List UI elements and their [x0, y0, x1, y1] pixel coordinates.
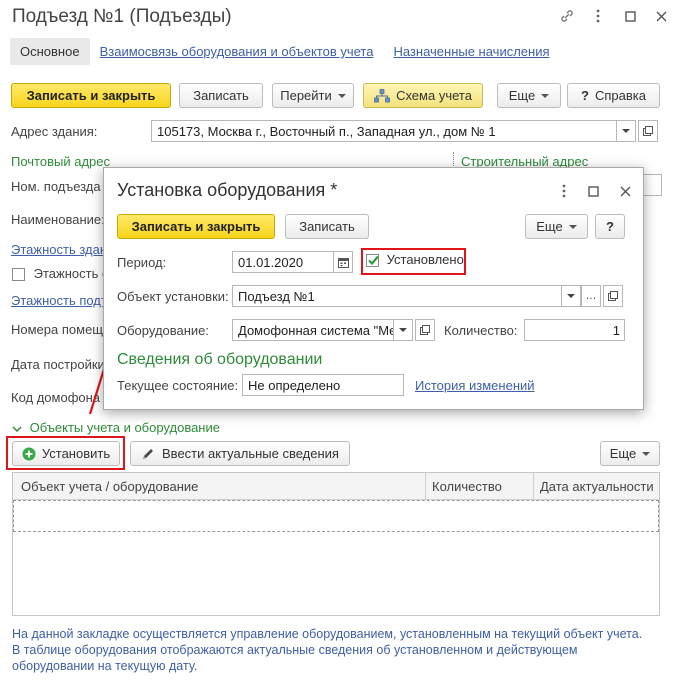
- install-equipment-dialog: Установка оборудования * Записать и закр…: [103, 167, 644, 410]
- object-label: Объект установки:: [117, 289, 229, 304]
- objects-more-button[interactable]: Еще: [600, 441, 660, 466]
- history-link[interactable]: История изменений: [415, 378, 535, 393]
- dialog-save-close-button[interactable]: Записать и закрыть: [117, 214, 275, 239]
- period-field[interactable]: 01.01.2020: [232, 251, 335, 273]
- open-icon: [643, 126, 653, 136]
- more-icon[interactable]: [554, 181, 574, 201]
- close-icon[interactable]: [651, 6, 671, 26]
- equipment-dropdown-button[interactable]: [393, 319, 413, 341]
- chevron-down-icon: [337, 93, 346, 98]
- dialog-help-button[interactable]: ?: [595, 214, 625, 239]
- postal-address-label: Почтовый адрес: [11, 154, 110, 169]
- dialog-more-label: Еще: [536, 219, 563, 234]
- floors-checkbox-row[interactable]: Этажность с: [12, 266, 109, 282]
- equipment-label: Оборудование:: [117, 323, 210, 338]
- open-icon: [608, 291, 618, 301]
- link-icon[interactable]: [557, 6, 577, 26]
- objects-section-title: Объекты учета и оборудование: [29, 420, 220, 435]
- dialog-more-button[interactable]: Еще: [525, 214, 588, 239]
- column-divider: [533, 473, 534, 500]
- enter-info-button[interactable]: Ввести актуальные сведения: [130, 441, 350, 466]
- chevron-down-icon: [399, 328, 407, 332]
- entrance-number-label: Ном. подъезда: [11, 179, 101, 194]
- tab-charges[interactable]: Назначенные начисления: [383, 38, 559, 65]
- save-button[interactable]: Записать: [179, 83, 263, 108]
- chevron-down-icon: [12, 426, 22, 432]
- chevron-down-icon: [642, 451, 651, 456]
- go-button[interactable]: Перейти: [272, 83, 354, 108]
- equipment-table[interactable]: Объект учета / оборудование Количество Д…: [12, 472, 660, 616]
- maximize-icon[interactable]: [583, 181, 603, 201]
- quantity-label: Количество:: [444, 323, 518, 338]
- scheme-icon: [374, 88, 390, 102]
- dialog-title: Установка оборудования *: [117, 180, 338, 200]
- equipment-info-section-title: Сведения об оборудовании: [117, 351, 323, 368]
- build-address-field[interactable]: [642, 174, 662, 196]
- object-open-button[interactable]: [603, 285, 623, 307]
- floors-checkbox-label: Этажность с: [33, 266, 109, 281]
- tab-equipment-relation[interactable]: Взаимосвязь оборудования и объектов учет…: [90, 38, 384, 65]
- go-label: Перейти: [280, 88, 332, 103]
- pencil-icon: [143, 448, 154, 459]
- chevron-down-icon: [568, 224, 577, 229]
- calendar-button[interactable]: [333, 251, 353, 273]
- help-button[interactable]: ? Справка: [567, 83, 660, 108]
- divider: [453, 152, 454, 168]
- footer-hint: На данной закладке осуществляется управл…: [12, 627, 643, 673]
- column-divider: [425, 473, 426, 500]
- tab-bar: Основное Взаимосвязь оборудования и объе…: [10, 38, 560, 65]
- maximize-icon[interactable]: [620, 6, 640, 26]
- more-label: Еще: [508, 88, 536, 103]
- installed-highlight: [361, 248, 466, 275]
- period-label: Период:: [117, 255, 167, 270]
- address-label: Адрес здания:: [11, 124, 98, 139]
- equipment-open-button[interactable]: [415, 319, 435, 341]
- equipment-field[interactable]: Домофонная система "Ме: [232, 319, 394, 341]
- table-row[interactable]: [13, 500, 659, 532]
- address-field[interactable]: 105173, Москва г., Восточный п., Западна…: [151, 120, 617, 142]
- more-icon[interactable]: [588, 6, 608, 26]
- state-field: Не определено: [242, 374, 404, 396]
- column-header-quantity[interactable]: Количество: [432, 479, 502, 494]
- dialog-save-button[interactable]: Записать: [285, 214, 369, 239]
- more-button[interactable]: Еще: [497, 83, 561, 108]
- help-icon: ?: [581, 88, 589, 103]
- chevron-down-icon: [567, 294, 575, 298]
- enter-info-label: Ввести актуальные сведения: [162, 446, 339, 461]
- help-label: Справка: [594, 88, 646, 103]
- floors-sub-link[interactable]: Этажность подт: [11, 293, 107, 308]
- quantity-field[interactable]: 1: [524, 319, 625, 341]
- objects-more-label: Еще: [609, 446, 637, 461]
- object-dropdown-button[interactable]: [561, 285, 581, 307]
- calendar-icon: [337, 257, 349, 268]
- save-close-button[interactable]: Записать и закрыть: [11, 83, 171, 108]
- scheme-button[interactable]: Схема учета: [363, 83, 483, 108]
- chevron-down-icon: [622, 129, 630, 133]
- table-header: Объект учета / оборудование Количество Д…: [13, 473, 659, 500]
- name-label: Наименование:: [11, 212, 105, 227]
- close-icon[interactable]: [615, 181, 635, 201]
- objects-section-header[interactable]: Объекты учета и оборудование: [12, 420, 220, 435]
- open-icon: [420, 325, 430, 335]
- column-header-object[interactable]: Объект учета / оборудование: [21, 479, 198, 494]
- dropdown-button[interactable]: [616, 120, 636, 142]
- tab-main[interactable]: Основное: [10, 38, 90, 65]
- open-button[interactable]: [638, 120, 658, 142]
- object-select-button[interactable]: …: [581, 285, 601, 307]
- floors-checkbox[interactable]: [12, 268, 25, 282]
- install-highlight: [6, 436, 125, 470]
- chevron-down-icon: [541, 93, 550, 98]
- scheme-label: Схема учета: [396, 88, 472, 103]
- column-header-date[interactable]: Дата актуальности: [540, 479, 654, 494]
- window-title: Подъезд №1 (Подъезды): [12, 6, 232, 27]
- state-label: Текущее состояние:: [117, 378, 239, 393]
- floors-link[interactable]: Этажность здан: [11, 242, 107, 257]
- object-field[interactable]: Подъезд №1: [232, 285, 562, 307]
